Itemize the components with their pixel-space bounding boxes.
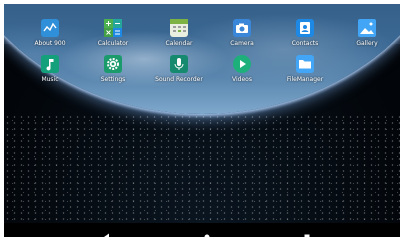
home-icon[interactable] xyxy=(202,226,212,237)
calculator-icon xyxy=(104,19,122,37)
app-filemanager[interactable]: FileManager xyxy=(280,55,330,83)
chart-icon xyxy=(41,19,59,37)
app-contacts[interactable]: Contacts xyxy=(280,19,330,47)
calendar-icon xyxy=(170,19,188,37)
app-label: Calculator xyxy=(97,40,129,47)
app-gallery[interactable]: Gallery xyxy=(342,19,392,47)
microphone-icon xyxy=(170,55,188,73)
app-settings[interactable]: Settings xyxy=(88,55,138,83)
recents-icon[interactable] xyxy=(302,226,312,237)
music-icon xyxy=(41,55,59,73)
navigation-bar xyxy=(4,223,400,237)
app-camera[interactable]: Camera xyxy=(217,19,267,47)
play-icon xyxy=(233,55,251,73)
app-label: Calendar xyxy=(165,40,193,47)
back-icon[interactable] xyxy=(102,226,112,237)
app-label: Music xyxy=(41,76,59,83)
app-label: Contacts xyxy=(291,40,319,47)
app-calculator[interactable]: Calculator xyxy=(88,19,138,47)
tablet-screen: About 900 Calculator Calendar Camera Con… xyxy=(4,4,400,237)
wallpaper: About 900 Calculator Calendar Camera Con… xyxy=(4,4,400,223)
app-music[interactable]: Music xyxy=(25,55,75,83)
folder-icon xyxy=(296,55,314,73)
app-label: Camera xyxy=(230,40,254,47)
app-sound-recorder[interactable]: Sound Recorder xyxy=(154,55,204,83)
camera-icon xyxy=(233,19,251,37)
app-videos[interactable]: Videos xyxy=(217,55,267,83)
app-label: About 900 xyxy=(34,40,66,47)
app-about-900[interactable]: About 900 xyxy=(25,19,75,47)
app-label: Settings xyxy=(100,76,126,83)
app-label: Sound Recorder xyxy=(155,76,203,83)
gallery-icon xyxy=(358,19,376,37)
contacts-icon xyxy=(296,19,314,37)
gear-icon xyxy=(104,55,122,73)
app-calendar[interactable]: Calendar xyxy=(154,19,204,47)
app-label: Videos xyxy=(232,76,252,83)
app-label: Gallery xyxy=(356,40,378,47)
app-label: FileManager xyxy=(286,76,324,83)
